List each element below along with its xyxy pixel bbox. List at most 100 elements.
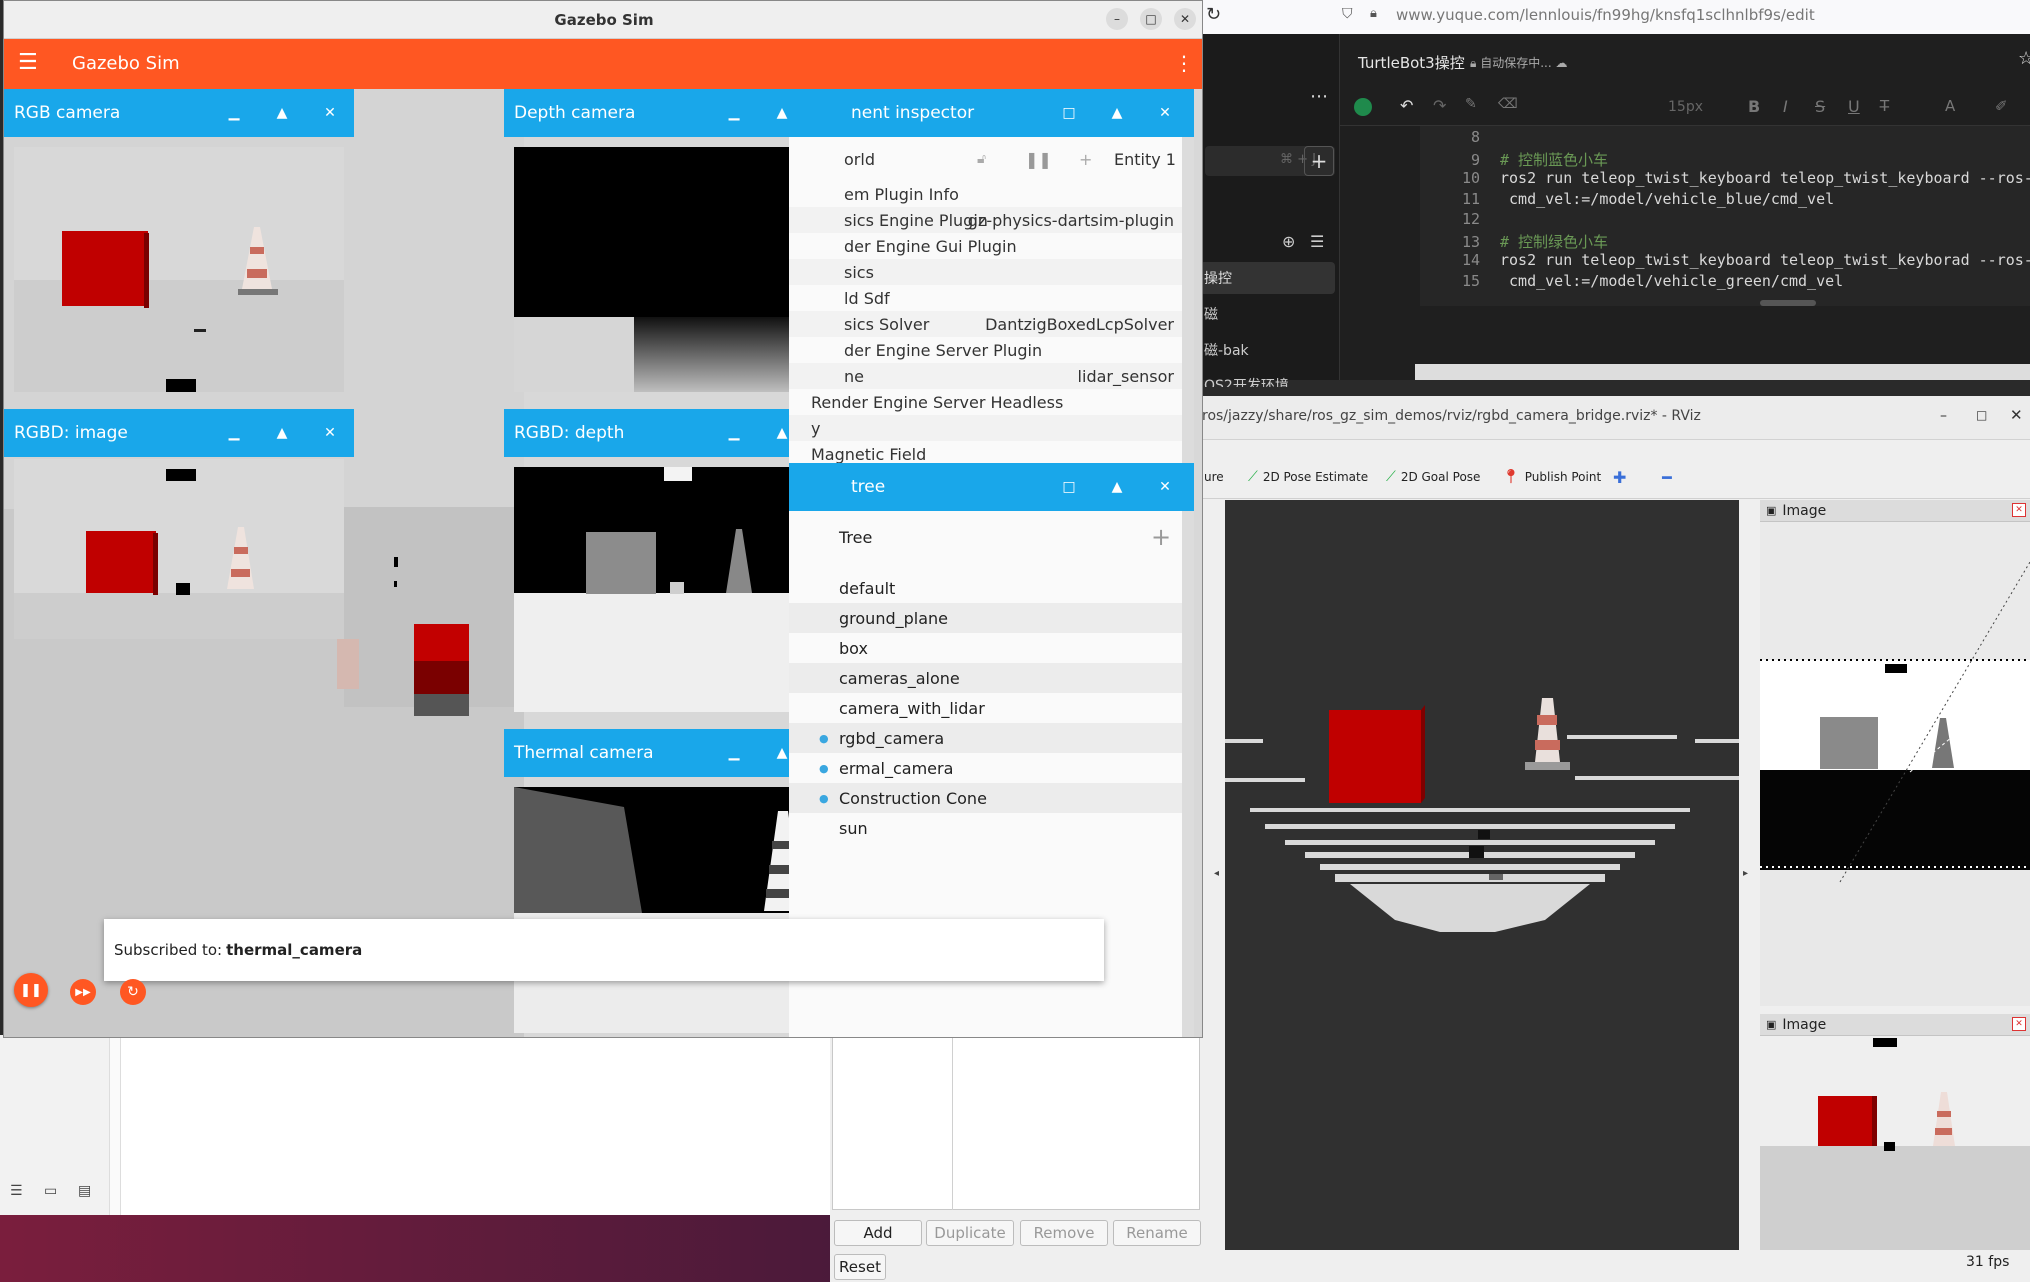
pause-button[interactable]: ❚❚: [14, 973, 48, 1007]
tool-interact[interactable]: ure: [1204, 464, 1224, 490]
rgb-camera-header[interactable]: RGB camera ▁ ▲ ✕: [4, 89, 354, 137]
add-button[interactable]: Add: [834, 1220, 922, 1246]
font-color-icon[interactable]: A: [1945, 97, 1955, 115]
book-icon[interactable]: ▤: [78, 1183, 91, 1199]
tree-item[interactable]: ● Construction Cone: [789, 783, 1182, 813]
hamburger-menu-icon[interactable]: ☰: [18, 50, 38, 75]
tool-pose-estimate[interactable]: ⟋ 2D Pose Estimate: [1248, 464, 1368, 490]
url-field[interactable]: www.yuque.com/lennlouis/fn99hg/knsfq1scl…: [1396, 6, 1815, 24]
tool-publish-point[interactable]: 📍︎ Publish Point: [1502, 464, 1601, 490]
tool-goal-pose[interactable]: ⟋ 2D Goal Pose: [1386, 464, 1480, 490]
close-icon[interactable]: ✕: [1145, 463, 1185, 511]
image-panel-1-close-icon[interactable]: ✕: [2012, 503, 2026, 517]
displays-tree[interactable]: [832, 1035, 1200, 1210]
undo-icon[interactable]: ↶: [1400, 96, 1413, 115]
close-icon[interactable]: ✕: [310, 89, 350, 137]
maximize-icon[interactable]: □: [1049, 463, 1089, 511]
inspector-row[interactable]: y: [789, 415, 1182, 441]
minimize-icon[interactable]: ▁: [714, 89, 754, 137]
reload-icon[interactable]: ↻: [1206, 4, 1221, 25]
maximize-icon[interactable]: □: [1140, 8, 1162, 30]
image-panel-2-close-icon[interactable]: ✕: [2012, 1017, 2026, 1031]
tree-item[interactable]: default: [789, 573, 1182, 603]
pause-icon[interactable]: ❚❚: [1025, 150, 1052, 169]
float-icon[interactable]: ▲: [1097, 89, 1137, 137]
tree-item[interactable]: ● ermal_camera: [789, 753, 1182, 783]
sidebar-item-2[interactable]: 磁-bak: [1204, 340, 1249, 360]
left-collapse-icon[interactable]: ◂: [1214, 868, 1219, 879]
minimize-icon[interactable]: ▁: [214, 409, 254, 457]
close-icon[interactable]: ✕: [2010, 406, 2023, 424]
star-icon[interactable]: ☆: [2018, 48, 2030, 69]
tree-item[interactable]: ● rgbd_camera: [789, 723, 1182, 753]
tree-item[interactable]: sun: [789, 813, 1182, 843]
sidebar-item-3[interactable]: OS2开发环境: [1204, 375, 1289, 387]
inspector-row[interactable]: em Plugin Info: [789, 181, 1182, 207]
rgbd-image-header[interactable]: RGBD: image ▁ ▲ ✕: [4, 409, 354, 457]
rviz-3d-view[interactable]: [1225, 500, 1739, 1250]
sidebar-item-0[interactable]: 操控: [1200, 262, 1335, 294]
highlight-icon[interactable]: ✐: [1995, 97, 2008, 115]
tree-item[interactable]: cameras_alone: [789, 663, 1182, 693]
float-icon[interactable]: ▲: [262, 409, 302, 457]
rename-button[interactable]: Rename: [1113, 1220, 1201, 1246]
float-icon[interactable]: ▲: [262, 89, 302, 137]
code-block[interactable]: 8 9 # 控制蓝色小车 10 ros2 run teleop_twist_keyboa…: [1420, 126, 2030, 306]
duplicate-button[interactable]: Duplicate: [926, 1220, 1014, 1246]
inspector-row[interactable]: ld Sdf: [789, 285, 1182, 311]
reset-button[interactable]: Reset: [834, 1254, 886, 1280]
inspector-row[interactable]: sics Engine Plugin gz-physics-dartsim-plu…: [789, 207, 1182, 233]
maximize-icon[interactable]: □: [1976, 408, 1987, 422]
tree-item[interactable]: ground_plane: [789, 603, 1182, 633]
font-size-select[interactable]: 15px: [1668, 99, 1703, 115]
inspector-row[interactable]: sics Solver DantzigBoxedLcpSolver: [789, 311, 1182, 337]
tree-item[interactable]: camera_with_lidar: [789, 693, 1182, 723]
list-icon[interactable]: ☰: [1310, 232, 1324, 251]
minimize-icon[interactable]: ▁: [214, 89, 254, 137]
add-circle-icon[interactable]: [1354, 98, 1372, 116]
lock-icon[interactable]: 🔓︎: [977, 151, 986, 167]
close-icon[interactable]: ✕: [1145, 89, 1185, 137]
close-icon[interactable]: ✕: [310, 409, 350, 457]
inspector-row[interactable]: der Engine Server Plugin: [789, 337, 1182, 363]
component-inspector-header[interactable]: nent inspector □ ▲ ✕: [789, 89, 1194, 137]
add-icon[interactable]: +: [1304, 146, 1334, 176]
minimize-icon[interactable]: –: [1106, 8, 1128, 30]
more-icon[interactable]: ⋯: [1310, 86, 1328, 107]
close-icon[interactable]: ✕: [1174, 8, 1196, 30]
tree-item[interactable]: box: [789, 633, 1182, 663]
add-tool-icon[interactable]: ✚: [1613, 468, 1626, 487]
outline-icon[interactable]: ☰: [10, 1183, 23, 1199]
step-button[interactable]: ▶▶: [70, 979, 96, 1005]
kebab-menu-icon[interactable]: ⋮: [1174, 51, 1194, 75]
sidebar-item-1[interactable]: 磁: [1204, 304, 1218, 324]
minimize-icon[interactable]: ▁: [714, 409, 754, 457]
editor-content[interactable]: [120, 1035, 830, 1215]
comment-icon[interactable]: ▭: [44, 1183, 57, 1199]
code-scrollbar[interactable]: [1760, 300, 1816, 306]
entity-tree-header[interactable]: tree □ ▲ ✕: [789, 463, 1194, 511]
add-entity-icon[interactable]: +: [1151, 523, 1171, 551]
minimize-icon[interactable]: ▁: [714, 729, 754, 777]
maximize-icon[interactable]: □: [1049, 89, 1089, 137]
minimize-icon[interactable]: –: [1940, 408, 1947, 424]
inspector-row[interactable]: sics: [789, 259, 1182, 285]
reset-sim-button[interactable]: ↻: [120, 979, 146, 1005]
inspector-row[interactable]: ne lidar_sensor: [789, 363, 1182, 389]
inspector-row[interactable]: der Engine Gui Plugin: [789, 233, 1182, 259]
right-collapse-icon[interactable]: ▸: [1743, 868, 1748, 879]
format-painter-icon[interactable]: ✎: [1465, 96, 1477, 112]
underline-icon[interactable]: U: [1848, 97, 1860, 116]
float-icon[interactable]: ▲: [1097, 463, 1137, 511]
remove-button[interactable]: Remove: [1020, 1220, 1108, 1246]
target-icon[interactable]: ⊕: [1282, 232, 1295, 251]
text-style-icon[interactable]: T̶: [1880, 97, 1889, 115]
strike-icon[interactable]: S: [1815, 97, 1825, 116]
remove-tool-icon[interactable]: ━: [1662, 468, 1672, 487]
eraser-icon[interactable]: ⌫: [1498, 96, 1518, 112]
inspector-row[interactable]: Render Engine Server Headless: [789, 389, 1182, 415]
bold-icon[interactable]: B: [1748, 97, 1760, 116]
italic-icon[interactable]: I: [1783, 97, 1788, 116]
add-component-icon[interactable]: +: [1079, 150, 1092, 169]
redo-icon[interactable]: ↷: [1433, 96, 1446, 115]
